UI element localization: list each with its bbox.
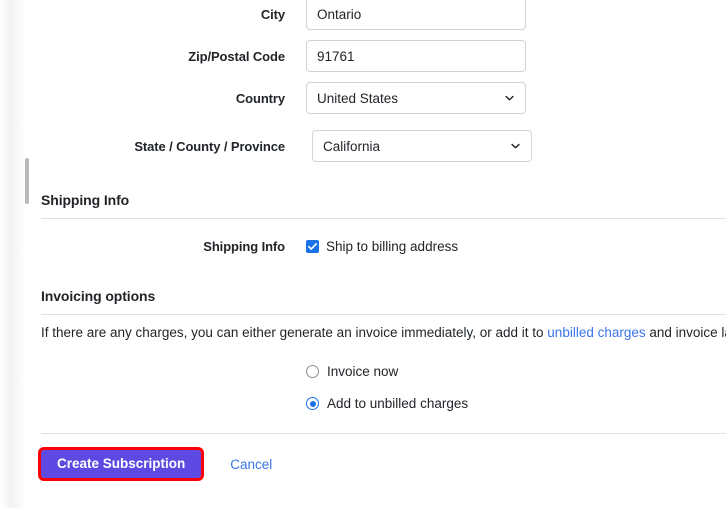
shipping-info-heading: Shipping Info	[41, 192, 130, 208]
cancel-link[interactable]: Cancel	[230, 457, 272, 472]
actions-bar: Create Subscription Cancel	[37, 447, 272, 481]
field-row-country: Country United States	[0, 82, 726, 114]
checkbox-box[interactable]	[306, 239, 319, 253]
radio-button[interactable]	[306, 365, 319, 378]
vertical-scrollbar[interactable]	[12, 0, 29, 508]
invoicing-options-section: Invoicing options	[41, 287, 726, 315]
invoicing-help-text: If there are any charges, you can either…	[41, 324, 726, 342]
field-row-city: City	[0, 0, 726, 30]
state-select-wrap: California	[312, 130, 532, 162]
zip-postal-code-input[interactable]	[306, 40, 526, 72]
field-label-shipping-info: Shipping Info	[203, 238, 285, 254]
city-input[interactable]	[306, 0, 526, 30]
ship-to-billing-address-checkbox[interactable]: Ship to billing address	[306, 239, 458, 254]
field-control-state: California	[312, 130, 532, 162]
radio-label: Add to unbilled charges	[327, 396, 469, 411]
invoicing-help-suffix: and invoice later.	[649, 325, 726, 340]
section-divider	[41, 218, 726, 219]
section-divider	[41, 314, 726, 315]
subscription-form: City Zip/Postal Code Country United Stat…	[0, 0, 726, 508]
field-control-country: United States	[306, 82, 526, 114]
actions-divider	[41, 433, 726, 434]
radio-label: Invoice now	[327, 364, 399, 379]
radio-add-to-unbilled-charges[interactable]: Add to unbilled charges	[306, 396, 468, 411]
invoicing-options-heading: Invoicing options	[41, 288, 156, 304]
unbilled-charges-link[interactable]: unbilled charges	[547, 325, 645, 340]
radio-button[interactable]	[306, 397, 319, 410]
state-county-province-select[interactable]: California	[312, 130, 532, 162]
field-control-city	[306, 0, 526, 30]
shipping-info-section: Shipping Info	[41, 191, 726, 219]
field-row-state: State / County / Province California	[0, 130, 726, 162]
field-row-shipping-info: Shipping Info Ship to billing address	[0, 230, 726, 262]
field-label-city: City	[260, 6, 285, 22]
field-label-country: Country	[235, 90, 285, 106]
field-row-zip: Zip/Postal Code	[0, 40, 726, 72]
checkmark-icon	[308, 242, 317, 250]
create-subscription-button[interactable]: Create Subscription	[37, 447, 205, 481]
country-select-wrap: United States	[306, 82, 526, 114]
field-label-state: State / County / Province	[134, 138, 285, 154]
vertical-scrollbar-thumb[interactable]	[25, 158, 29, 204]
radio-invoice-now[interactable]: Invoice now	[306, 364, 398, 379]
country-select[interactable]: United States	[306, 82, 526, 114]
field-control-zip	[306, 40, 526, 72]
field-label-zip: Zip/Postal Code	[188, 48, 285, 64]
invoicing-help-prefix: If there are any charges, you can either…	[41, 325, 548, 340]
field-control-shipping-info: Ship to billing address	[306, 239, 458, 254]
checkbox-label: Ship to billing address	[326, 238, 459, 254]
